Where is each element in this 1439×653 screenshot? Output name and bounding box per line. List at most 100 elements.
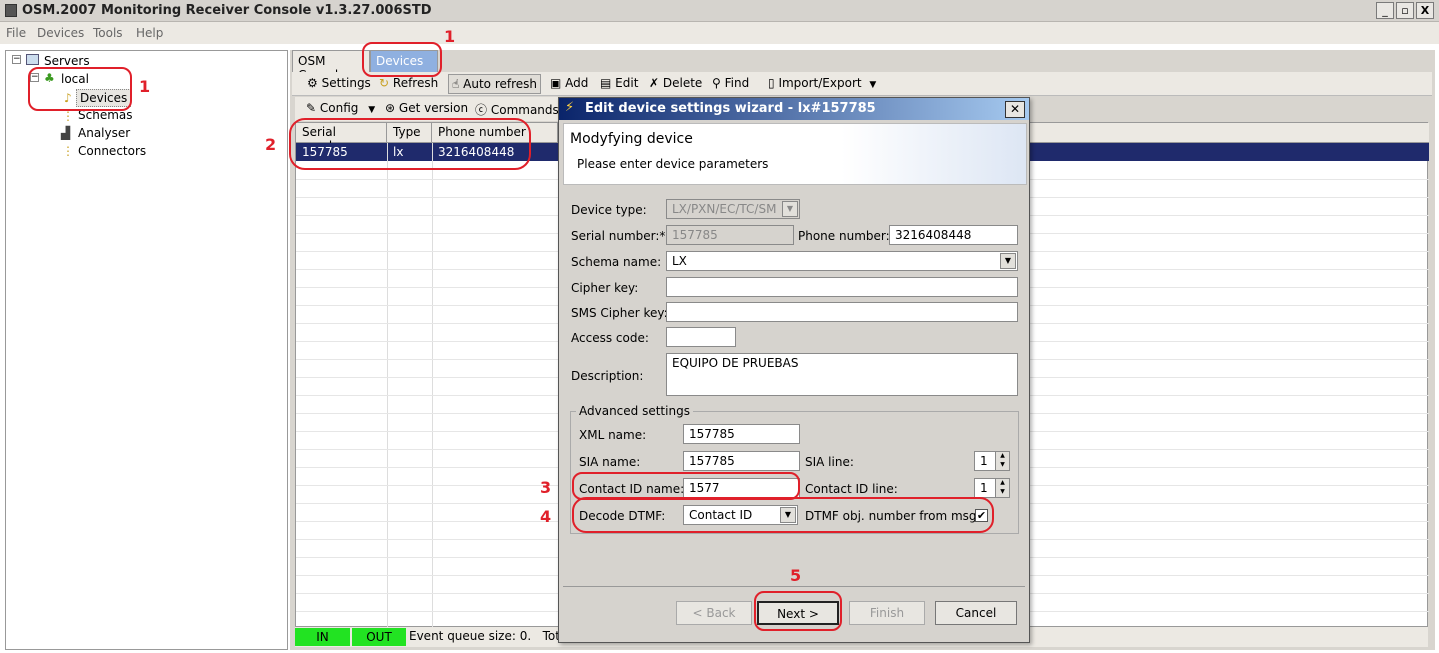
sia-label: SIA name:	[579, 455, 641, 469]
advanced-settings-label: Advanced settings	[576, 404, 693, 418]
sia-line-spinner[interactable]: 1 ▲ ▼	[974, 451, 1010, 471]
config-button[interactable]: ✎ Config ▼	[306, 101, 375, 115]
highlight-next-button	[754, 591, 842, 631]
add-button[interactable]: ▣ Add	[550, 76, 588, 90]
sia-field[interactable]: 157785	[683, 451, 800, 471]
phone-label: Phone number:	[798, 229, 890, 243]
menu-tools[interactable]: Tools	[93, 26, 123, 40]
spin-up-icon[interactable]: ▲	[995, 452, 1009, 461]
commands-button[interactable]: ⓒ Commands	[475, 101, 559, 118]
device-type-select: LX/PXN/EC/TC/SM	[666, 199, 800, 219]
auto-refresh-toggle[interactable]: ☝ Auto refresh	[448, 74, 542, 94]
dialog-title: ⚡ Edit device settings wizard - lx#15778…	[559, 98, 1029, 120]
highlight-dtmf	[572, 497, 994, 533]
highlight-contact-id	[572, 472, 800, 500]
tree-analyser[interactable]: Analyser	[78, 126, 130, 140]
hand-icon: ☝	[452, 77, 460, 91]
schema-select[interactable]: LX	[666, 251, 1018, 271]
cipher-label: Cipher key:	[571, 281, 639, 295]
annotation-number: 3	[540, 478, 552, 497]
annotation-number: 1	[444, 27, 456, 46]
chevron-down-icon: ▼	[782, 201, 798, 217]
collapse-icon[interactable]: −	[12, 55, 21, 64]
dialog-title-text: Edit device settings wizard - lx#157785	[585, 101, 876, 116]
connectors-icon: ⋮	[62, 144, 74, 158]
annotation-number: 5	[790, 566, 802, 585]
sms-cipher-field[interactable]	[666, 302, 1018, 322]
highlight-devices-tree	[28, 67, 132, 111]
phone-field[interactable]: 3216408448	[889, 225, 1018, 245]
tree-connectors[interactable]: Connectors	[78, 144, 146, 158]
refresh-button[interactable]: ↻ Refresh	[379, 76, 438, 90]
import-export-button[interactable]: ▯ Import/Export ▼	[768, 76, 876, 90]
status-in-indicator: IN	[295, 628, 350, 646]
menu-bar: File Devices Tools Help	[0, 22, 1439, 44]
dialog-subheading: Please enter device parameters	[577, 157, 769, 171]
spin-up-icon[interactable]: ▲	[995, 479, 1009, 488]
highlight-device-row	[289, 118, 531, 170]
wizard-icon: ⚡	[565, 100, 575, 115]
maximize-button[interactable]: ▫	[1396, 2, 1414, 19]
sms-cipher-label: SMS Cipher key:	[571, 306, 668, 320]
menu-file[interactable]: File	[6, 26, 26, 40]
get-version-button[interactable]: ⊛ Get version	[385, 101, 468, 115]
tree-servers[interactable]: Servers	[44, 54, 90, 68]
close-button[interactable]: X	[1416, 2, 1434, 19]
edit-icon: ▤	[600, 76, 612, 90]
finish-button[interactable]: Finish	[849, 601, 925, 625]
access-label: Access code:	[571, 331, 649, 345]
menu-help[interactable]: Help	[136, 26, 163, 40]
chevron-down-icon: ▼	[368, 105, 376, 115]
delete-icon: ✗	[649, 76, 660, 90]
sia-line-label: SIA line:	[805, 455, 854, 469]
minimize-button[interactable]: _	[1376, 2, 1394, 19]
schemas-icon: ⋮	[62, 109, 74, 123]
spin-down-icon[interactable]: ▼	[995, 488, 1009, 497]
serial-label: Serial number:*	[571, 229, 666, 243]
access-field[interactable]	[666, 327, 736, 347]
dialog-header: Modyfying device Please enter device par…	[563, 123, 1027, 185]
device-type-label: Device type:	[571, 203, 647, 217]
contact-id-line-spinner[interactable]: 1 ▲ ▼	[974, 478, 1010, 498]
cancel-button[interactable]: Cancel	[935, 601, 1017, 625]
schema-label: Schema name:	[571, 255, 662, 269]
refresh-icon: ↻	[379, 76, 390, 90]
server-tree: − Servers − ♣ local ♪ Devices ⋮ Schemas …	[5, 50, 288, 650]
edit-device-dialog: ⚡ Edit device settings wizard - lx#15778…	[558, 97, 1030, 643]
wrench-icon: ✎	[306, 101, 317, 115]
settings-button[interactable]: ⚙ Settings	[307, 76, 371, 90]
find-button[interactable]: ⚲ Find	[712, 76, 749, 90]
edit-button[interactable]: ▤ Edit	[600, 76, 638, 90]
description-label: Description:	[571, 369, 644, 383]
status-out-indicator: OUT	[352, 628, 406, 646]
chevron-down-icon[interactable]: ▼	[1000, 253, 1016, 269]
back-button[interactable]: < Back	[676, 601, 752, 625]
spin-down-icon[interactable]: ▼	[995, 461, 1009, 470]
window-title: OSM.2007 Monitoring Receiver Console v1.…	[22, 3, 432, 18]
description-field[interactable]: EQUIPO DE PRUEBAS	[666, 353, 1018, 396]
document-icon: ▯	[768, 76, 775, 90]
annotation-number: 1	[139, 77, 151, 96]
servers-icon	[26, 54, 39, 65]
annotation-number: 4	[540, 507, 552, 526]
dialog-close-button[interactable]: ✕	[1005, 101, 1025, 118]
annotation-number: 2	[265, 135, 277, 154]
menu-devices[interactable]: Devices	[37, 26, 84, 40]
add-icon: ▣	[550, 76, 562, 90]
delete-button[interactable]: ✗ Delete	[649, 76, 702, 90]
contact-id-line-label: Contact ID line:	[805, 482, 898, 496]
tab-osm-console[interactable]: OSM Console	[292, 50, 370, 82]
serial-field: 157785	[666, 225, 794, 245]
app-icon	[5, 4, 17, 17]
analyser-icon: ▟	[61, 126, 71, 140]
status-text: Event queue size: 0. Total	[409, 629, 571, 643]
version-icon: ⊛	[385, 101, 396, 115]
divider	[563, 586, 1025, 587]
highlight-devices-tab	[362, 42, 442, 77]
find-icon: ⚲	[712, 76, 721, 90]
gear-icon: ⚙	[307, 76, 318, 90]
title-bar: OSM.2007 Monitoring Receiver Console v1.…	[0, 0, 1439, 22]
xml-field[interactable]: 157785	[683, 424, 800, 444]
cipher-field[interactable]	[666, 277, 1018, 297]
chevron-down-icon: ▼	[869, 80, 877, 90]
